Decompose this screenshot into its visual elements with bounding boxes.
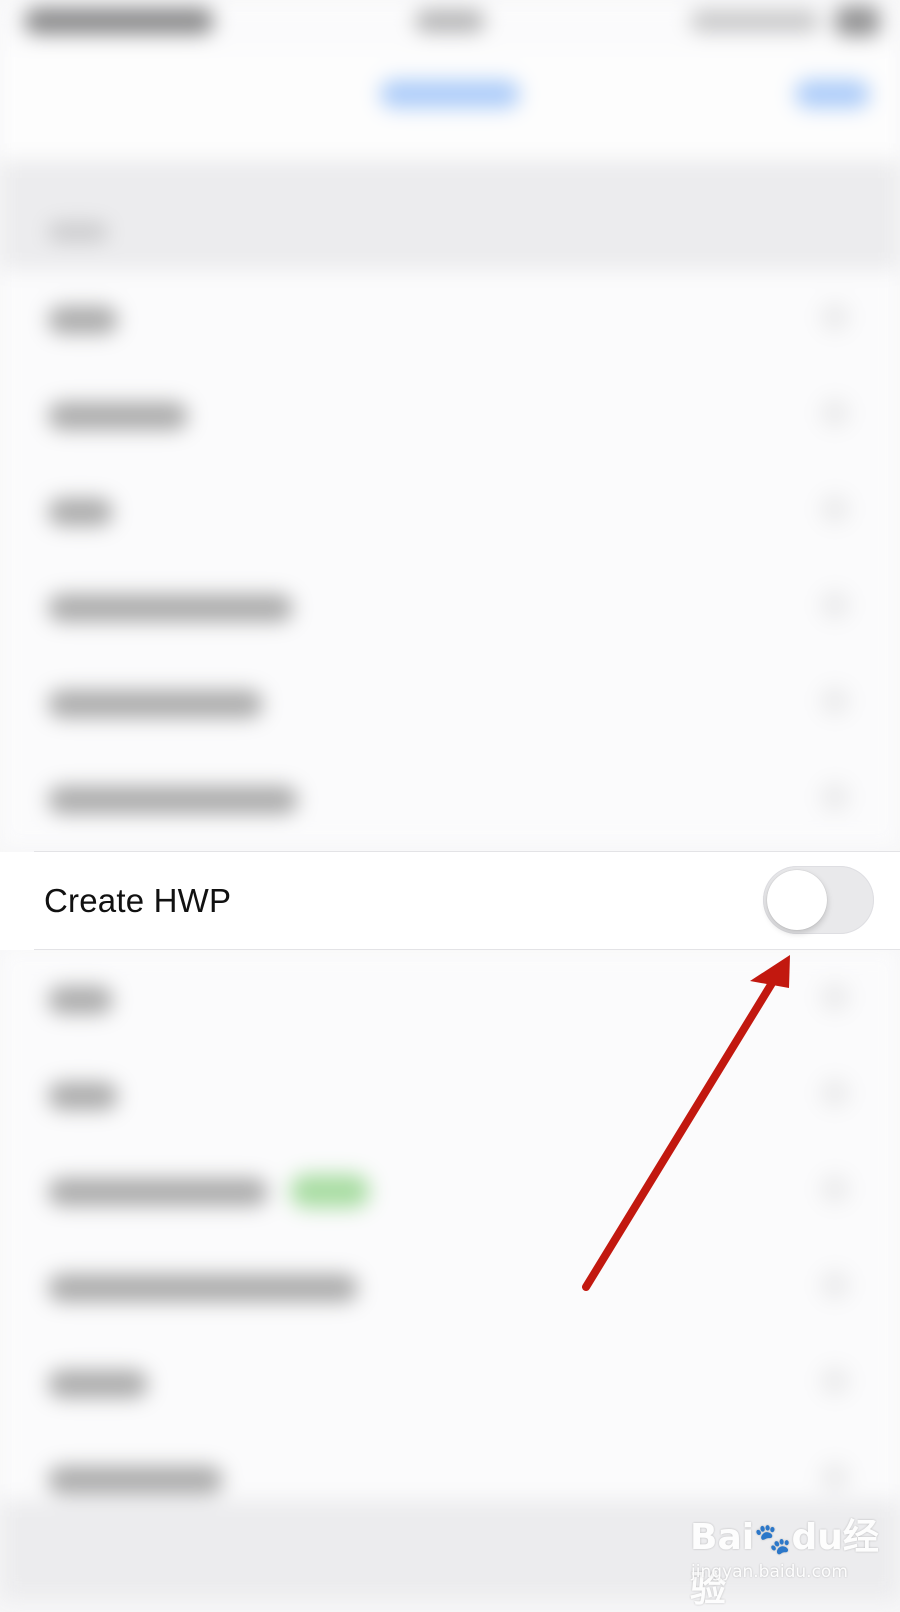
chevron-right-icon xyxy=(820,1078,850,1108)
row-label-blob xyxy=(48,1370,148,1398)
chevron-right-icon xyxy=(820,1270,850,1300)
battery-icon xyxy=(835,6,880,36)
settings-row[interactable] xyxy=(0,462,900,558)
status-bar xyxy=(0,0,900,50)
settings-row[interactable] xyxy=(0,1334,900,1430)
section-header xyxy=(0,160,900,270)
settings-row[interactable] xyxy=(0,1142,900,1238)
navigation-bar xyxy=(0,50,900,160)
row-label-blob xyxy=(48,1274,358,1302)
settings-row[interactable] xyxy=(0,750,900,846)
nav-title-blob[interactable] xyxy=(380,80,520,108)
row-label-blob xyxy=(48,786,298,814)
chevron-right-icon xyxy=(820,398,850,428)
chevron-right-icon xyxy=(820,590,850,620)
row-label-blob xyxy=(48,306,118,334)
chevron-right-icon xyxy=(820,1366,850,1396)
baidu-logo: Bai🐾du经验 xyxy=(690,1517,879,1610)
row-label-blob xyxy=(48,402,188,430)
create-hwp-label: Create HWP xyxy=(44,882,232,919)
status-center-blob xyxy=(415,10,485,32)
row-label-blob xyxy=(48,1178,268,1206)
create-hwp-toggle[interactable] xyxy=(763,866,874,934)
settings-row[interactable] xyxy=(0,270,900,366)
nav-action-blob[interactable] xyxy=(795,80,870,108)
chevron-right-icon xyxy=(820,494,850,524)
chevron-right-icon xyxy=(820,302,850,332)
watermark-url: jingyan.baidu.com xyxy=(691,1562,848,1582)
settings-row[interactable] xyxy=(0,1046,900,1142)
settings-row[interactable] xyxy=(0,654,900,750)
status-badge xyxy=(290,1174,370,1208)
row-divider xyxy=(34,949,900,950)
row-label-blob xyxy=(48,1082,118,1110)
row-label-blob xyxy=(48,594,293,622)
section-header-label-blob xyxy=(48,222,108,242)
chevron-right-icon xyxy=(820,982,850,1012)
chevron-right-icon xyxy=(820,782,850,812)
settings-row[interactable] xyxy=(0,950,900,1046)
settings-row[interactable] xyxy=(0,366,900,462)
row-label-blob xyxy=(48,986,113,1014)
row-label-blob xyxy=(48,498,113,526)
toggle-knob xyxy=(767,870,827,930)
status-signal-blob xyxy=(690,10,820,32)
settings-row[interactable] xyxy=(0,558,900,654)
chevron-right-icon xyxy=(820,686,850,716)
create-hwp-row: Create HWP xyxy=(0,852,900,950)
row-label-blob xyxy=(48,690,263,718)
settings-row[interactable] xyxy=(0,1238,900,1334)
watermark: Bai🐾du经验 jingyan.baidu.com xyxy=(685,1500,885,1610)
row-label-blob xyxy=(48,1466,223,1494)
chevron-right-icon xyxy=(820,1174,850,1204)
chevron-right-icon xyxy=(820,1462,850,1492)
status-time-blob xyxy=(24,8,214,34)
blurred-settings-background xyxy=(0,0,900,1600)
